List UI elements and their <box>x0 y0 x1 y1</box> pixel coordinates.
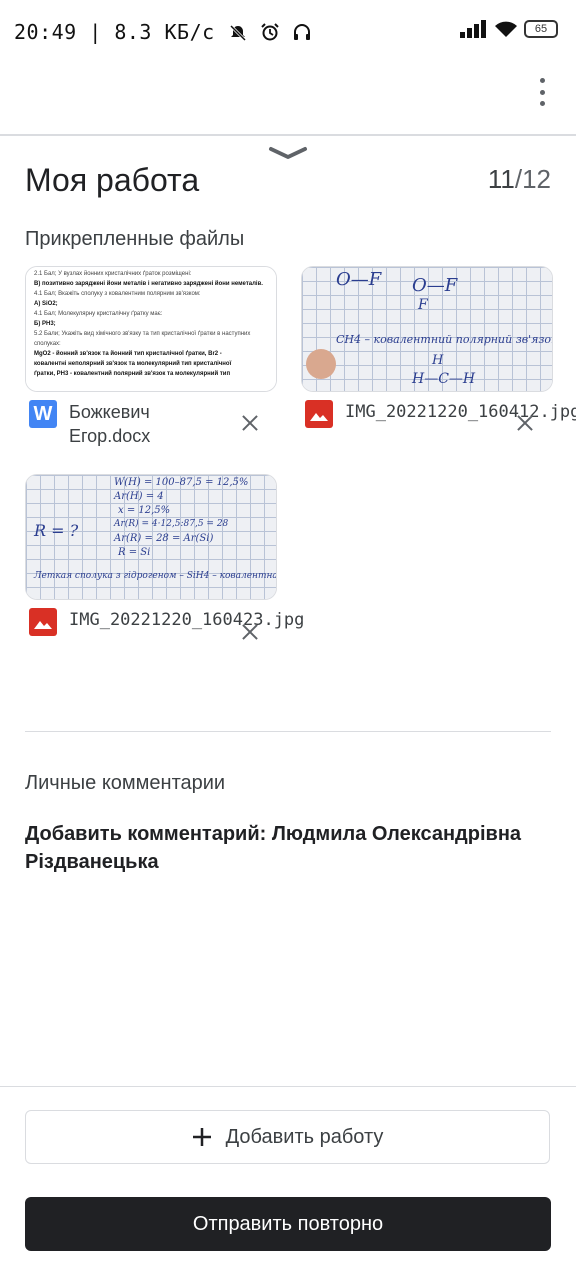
file-name: Божкевич Егор.docx <box>69 402 151 446</box>
remove-attachment-button[interactable] <box>513 411 537 435</box>
attachment-file-image-2[interactable]: IMG_20221220_160423.jpg <box>29 608 305 636</box>
wifi-icon <box>495 21 517 37</box>
handwritten-text: H <box>432 353 444 368</box>
bell-off-icon <box>230 24 247 42</box>
section-divider <box>25 731 551 732</box>
handwritten-text: H—C—H <box>412 371 476 387</box>
battery-icon: 65 <box>524 20 558 38</box>
sheet-top-border <box>0 134 576 136</box>
handwritten-text: O—F <box>336 269 382 290</box>
image-preview: W(H) = 100–87,5 = 12,5% Ar(H) = 4 x = 12… <box>26 475 276 599</box>
finger-blur <box>306 349 336 379</box>
attachment-thumbnail-image[interactable]: O—F O—F F CH4 – ковалентний полярний зв'… <box>301 266 553 392</box>
doc-line: 2.1 Бал; У вузлах йонних кристалічних ґр… <box>34 271 192 277</box>
file-name: IMG_20221220_160423.jpg <box>69 610 305 630</box>
handwritten-text: F <box>418 297 428 313</box>
add-work-label: Добавить работу <box>225 1125 384 1148</box>
headphones-icon <box>294 24 311 40</box>
work-counter: 11/12 <box>488 164 551 195</box>
file-name: IMG_20221220_160412.jpg <box>345 402 576 422</box>
handwritten-text: Ar(H) = 4 <box>114 491 164 502</box>
doc-line: ґратки, PH3 - ковалентний полярний зв'яз… <box>34 371 231 377</box>
doc-line: ковалентні неполярний зв'язок та молекул… <box>34 361 232 367</box>
chevron-down-icon[interactable] <box>268 146 308 160</box>
counter-total: /12 <box>514 164 551 194</box>
doc-preview: 2.1 Бал; У вузлах йонних кристалічних ґр… <box>26 267 276 391</box>
attachment-file-image-1[interactable]: IMG_20221220_160412.jpg <box>305 400 576 428</box>
alarm-icon <box>261 23 279 41</box>
remove-attachment-button[interactable] <box>238 411 262 435</box>
private-comments-heading: Личные комментарии <box>25 772 226 794</box>
more-options-icon[interactable] <box>536 78 548 106</box>
handwritten-text: O—F <box>412 275 458 296</box>
page-title: Моя работа <box>25 162 200 198</box>
signal-icon <box>460 20 486 38</box>
handwritten-text: Леткая сполука з гідрогеном – SiH4 – ков… <box>34 571 276 581</box>
status-time-speed: 20:49 | 8.3 КБ/с <box>14 20 215 44</box>
doc-line: В) позитивно заряджені йони металів і не… <box>34 281 263 287</box>
status-bar: 20:49 | 8.3 КБ/с 65 <box>0 0 576 64</box>
attachments-heading: Прикрепленные файлы <box>25 228 245 250</box>
resubmit-label: Отправить повторно <box>192 1212 384 1235</box>
add-work-button[interactable]: Добавить работу <box>25 1110 550 1164</box>
doc-line: А) SiO2; <box>34 301 58 307</box>
attachment-thumbnail-docx[interactable]: 2.1 Бал; У вузлах йонних кристалічних ґр… <box>25 266 277 392</box>
resubmit-button[interactable]: Отправить повторно <box>25 1197 551 1251</box>
status-time: 20:49 | 8.3 КБ/с <box>14 20 312 44</box>
add-comment-link[interactable]: Добавить комментарий: Людмила Олександрі… <box>25 820 545 876</box>
handwritten-text: W(H) = 100–87,5 = 12,5% <box>114 477 249 488</box>
handwritten-text: Ar(R) = 28 = Ar(Si) <box>114 533 214 544</box>
doc-line: 4.1 Бал; Вкажіть сполуку з ковалентним п… <box>34 291 201 297</box>
handwritten-text: CH4 – ковалентний полярний зв'язок <box>336 333 552 346</box>
handwritten-text: Ar(R) = 4·12,5:87,5 = 28 <box>114 519 229 529</box>
handwritten-text: R = Si <box>118 547 151 558</box>
remove-attachment-button[interactable] <box>238 620 262 644</box>
handwritten-text: x = 12,5% <box>118 505 171 516</box>
bottom-divider <box>0 1086 576 1087</box>
status-icons: 65 <box>460 20 558 38</box>
doc-line: MgO2 - йонний зв'язок та йонний тип крис… <box>34 351 222 357</box>
image-icon <box>305 400 333 428</box>
image-icon <box>29 608 57 636</box>
doc-line: 5.2 Бали; Укажіть вид хімічного зв'язку … <box>34 331 251 347</box>
plus-icon <box>192 1128 211 1146</box>
doc-line: 4.1 Бал; Молекулярну кристалічну ґратку … <box>34 311 163 317</box>
counter-current: 11 <box>487 164 515 194</box>
attachment-file-docx[interactable]: W Божкевич Егор.docx <box>29 400 219 448</box>
handwritten-text: R = ? <box>34 521 79 540</box>
image-preview: O—F O—F F CH4 – ковалентний полярний зв'… <box>302 267 552 391</box>
attachment-thumbnail-image[interactable]: W(H) = 100–87,5 = 12,5% Ar(H) = 4 x = 12… <box>25 474 277 600</box>
doc-line: Б) PH3; <box>34 321 56 327</box>
word-icon: W <box>29 400 57 428</box>
